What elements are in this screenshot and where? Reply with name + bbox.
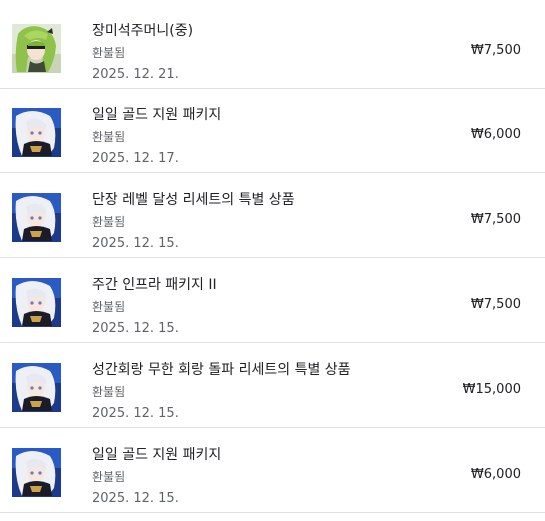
product-title: 일일 골드 지원 패키지 [92,107,222,123]
purchase-item[interactable]: 단장 레벨 달성 리세트의 특별 상품 환불됨 2025. 12. 15. ₩7… [0,174,545,258]
product-title: 주간 인프라 패키지 II [92,277,217,293]
product-title: 성간회랑 무한 회랑 돌파 리세트의 특별 상품 [92,362,351,378]
purchase-date: 2025. 12. 17. [92,151,179,166]
price: ₩7,500 [470,43,521,58]
character-thumbnail-icon [12,108,61,157]
product-title: 장미석주머니(중) [92,23,194,39]
refund-status: 환불됨 [92,385,126,399]
character-thumbnail-icon [12,278,61,327]
character-thumbnail-icon [12,448,61,497]
product-title: 단장 레벨 달성 리세트의 특별 상품 [92,192,295,208]
price: ₩6,000 [470,467,521,482]
price: ₩15,000 [462,382,521,397]
character-thumbnail-icon [12,363,61,412]
row-divider [0,512,545,513]
purchase-item[interactable]: 성간회랑 무한 회랑 돌파 리세트의 특별 상품 환불됨 2025. 12. 1… [0,344,545,428]
purchase-history-list: 장미석주머니(중) 환불됨 2025. 12. 21. ₩7,500 일일 골드… [0,0,545,521]
purchase-item[interactable]: 일일 골드 지원 패키지 환불됨 2025. 12. 17. ₩6,000 [0,89,545,173]
refund-status: 환불됨 [92,300,126,314]
purchase-date: 2025. 12. 15. [92,236,179,251]
purchase-date: 2025. 12. 15. [92,406,179,421]
product-title: 일일 골드 지원 패키지 [92,447,222,463]
row-divider [0,427,545,428]
refund-status: 환불됨 [92,130,126,144]
purchase-item[interactable]: 장미석주머니(중) 환불됨 2025. 12. 21. ₩7,500 [0,5,545,89]
row-divider [0,172,545,173]
price: ₩7,500 [470,297,521,312]
purchase-item[interactable]: 주간 인프라 패키지 II 환불됨 2025. 12. 15. ₩7,500 [0,259,545,343]
purchase-date: 2025. 12. 21. [92,67,179,82]
character-thumbnail-icon [12,193,61,242]
refund-status: 환불됨 [92,215,126,229]
price: ₩6,000 [470,127,521,142]
purchase-item[interactable]: 일일 골드 지원 패키지 환불됨 2025. 12. 15. ₩6,000 [0,429,545,513]
row-divider [0,342,545,343]
price: ₩7,500 [470,212,521,227]
purchase-date: 2025. 12. 15. [92,491,179,506]
refund-status: 환불됨 [92,470,126,484]
row-divider [0,257,545,258]
character-thumbnail-icon [12,24,61,73]
purchase-date: 2025. 12. 15. [92,321,179,336]
refund-status: 환불됨 [92,46,126,60]
